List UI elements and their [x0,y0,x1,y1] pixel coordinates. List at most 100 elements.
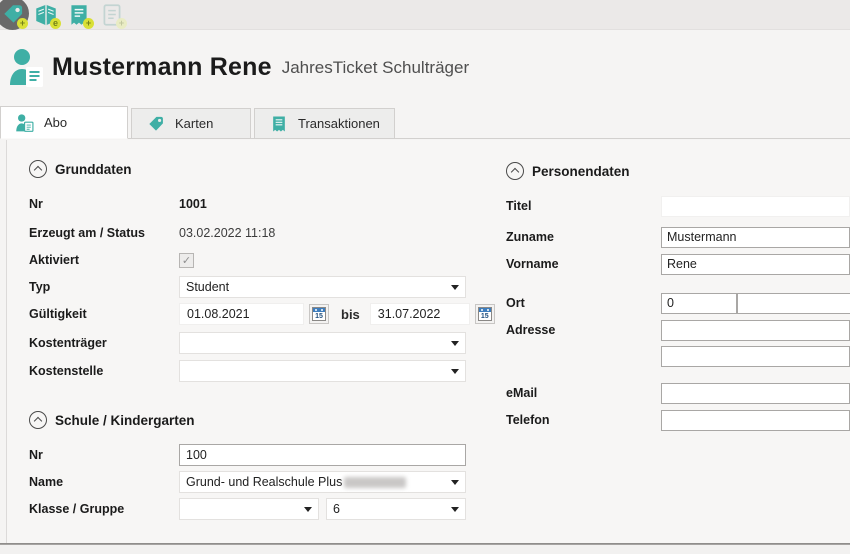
section-personendaten-header: Personendaten [506,162,850,180]
calendar-icon: 15 [312,307,326,321]
aktiviert-checkbox[interactable]: ✓ [179,253,194,268]
field-label: Nr [29,197,179,211]
plus-badge-icon: + [17,18,28,29]
field-label: Typ [29,280,179,294]
refresh-badge-icon: e [50,18,61,29]
tab-karten[interactable]: Karten [131,108,251,138]
field-label: eMail [506,386,661,400]
row-gueltigkeit: Gültigkeit 01.08.2021 15 bis 31.07.2022 … [29,303,494,325]
row-kostentraeger: Kostenträger [29,332,494,354]
schule-name-dropdown[interactable]: Grund- und Realschule Plus [179,471,466,493]
chevron-up-icon [33,166,41,174]
tab-label: Transaktionen [298,116,380,131]
row-nr: Nr 1001 [29,193,494,215]
redacted-text [344,477,406,488]
field-label: Nr [29,448,179,462]
kostenstelle-dropdown[interactable] [179,360,466,382]
klasse-dropdown[interactable] [179,498,319,520]
plus-badge-icon: + [116,18,127,29]
tab-abo[interactable]: Abo [0,106,128,139]
row-adresse-2 [506,345,850,367]
nr-value: 1001 [179,197,207,211]
vorname-input[interactable] [661,254,850,275]
add-ticket-button[interactable]: + [66,2,92,28]
row-erzeugt: Erzeugt am / Status 03.02.2022 11:18 [29,222,494,244]
row-adresse: Adresse [506,319,850,341]
tab-transaktionen[interactable]: Transaktionen [254,108,395,138]
field-label: Telefon [506,413,661,427]
kostentraeger-dropdown[interactable] [179,332,466,354]
field-label: Zuname [506,230,661,244]
field-label: Adresse [506,323,661,337]
bis-label: bis [341,307,360,322]
calendar-icon: 15 [478,307,492,321]
right-column: Personendaten Titel Zuname Vorname Ort A… [494,140,850,543]
row-vorname: Vorname [506,253,850,275]
chevron-up-icon [510,168,518,176]
chevron-up-icon [33,417,41,425]
chevron-down-icon [451,285,459,290]
left-column: Grunddaten Nr 1001 Erzeugt am / Status 0… [7,140,494,543]
valid-from-input[interactable]: 01.08.2021 [179,303,304,325]
collapse-button[interactable] [29,411,47,429]
row-aktiviert: Aktiviert ✓ [29,249,494,271]
schule-nr-input[interactable]: 100 [179,444,466,466]
toolbar: + e + + [0,0,850,30]
section-schule-header: Schule / Kindergarten [29,411,494,429]
field-label: Klasse / Gruppe [29,502,179,516]
abo-panel: Grunddaten Nr 1001 Erzeugt am / Status 0… [6,140,850,543]
plz-input[interactable] [661,293,737,314]
book-refresh-button[interactable]: e [33,2,59,28]
typ-value: Student [186,280,229,294]
row-kostenstelle: Kostenstelle [29,360,494,382]
field-label: Name [29,475,179,489]
chevron-down-icon [451,341,459,346]
zuname-input[interactable] [661,227,850,248]
adresse-input-1[interactable] [661,320,850,341]
page-subtitle: JahresTicket Schulträger [282,58,469,78]
field-label: Vorname [506,257,661,271]
chevron-down-icon [304,507,312,512]
adresse-input-2[interactable] [661,346,850,367]
email-input[interactable] [661,383,850,404]
person-document-icon [8,47,48,89]
chevron-down-icon [451,369,459,374]
tab-label: Karten [175,116,213,131]
date-range-group: 01.08.2021 15 bis 31.07.2022 15 [179,303,495,325]
field-label: Titel [506,199,661,213]
row-klasse-gruppe: Klasse / Gruppe 6 [29,498,494,520]
row-schule-name: Name Grund- und Realschule Plus [29,471,494,493]
chevron-down-icon [451,507,459,512]
ort-input[interactable] [737,293,850,314]
tab-strip: Abo Karten Transaktionen [0,105,850,139]
erzeugt-value: 03.02.2022 11:18 [179,226,275,240]
gruppe-dropdown[interactable]: 6 [326,498,466,520]
calendar-picker-button[interactable]: 15 [475,304,495,324]
collapse-button[interactable] [506,162,524,180]
row-titel: Titel [506,195,850,217]
schule-name-value: Grund- und Realschule Plus [186,475,406,489]
row-ort: Ort [506,292,850,314]
person-card-icon [15,113,35,133]
add-card-tag-button[interactable]: + [0,2,26,28]
calendar-picker-button[interactable]: 15 [309,304,329,324]
document-list-button-disabled[interactable]: + [99,2,125,28]
field-label: Gültigkeit [29,307,179,321]
collapse-button[interactable] [29,160,47,178]
section-title: Grunddaten [55,162,132,177]
telefon-input[interactable] [661,410,850,431]
field-label: Kostenträger [29,336,179,350]
tab-label: Abo [44,115,67,130]
row-telefon: Telefon [506,409,850,431]
titel-input[interactable] [661,196,850,217]
field-label: Kostenstelle [29,364,179,378]
gruppe-value: 6 [333,502,340,516]
valid-until-input[interactable]: 31.07.2022 [370,303,470,325]
typ-dropdown[interactable]: Student [179,276,466,298]
row-zuname: Zuname [506,226,850,248]
chevron-down-icon [451,480,459,485]
field-label: Ort [506,296,661,310]
row-email: eMail [506,382,850,404]
field-label: Aktiviert [29,253,179,267]
field-label: Erzeugt am / Status [29,226,179,240]
